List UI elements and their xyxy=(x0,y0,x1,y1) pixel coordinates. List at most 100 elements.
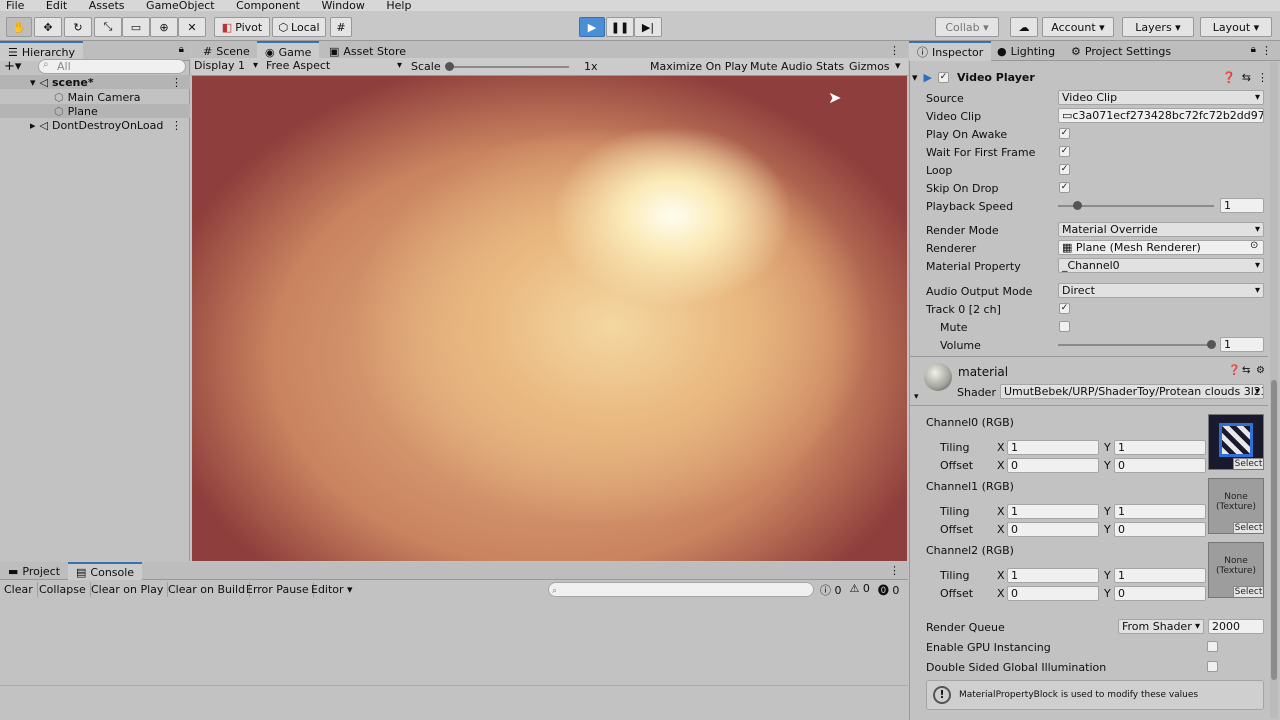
wait-first-frame-checkbox[interactable]: ✓ xyxy=(1059,146,1070,157)
game-view-render[interactable]: ➤ xyxy=(192,76,907,561)
info-count-toggle[interactable]: ⓘ 0 xyxy=(820,582,842,598)
error-pause-toggle[interactable]: Error Pause xyxy=(242,582,314,597)
audio-output-dropdown[interactable]: Direct xyxy=(1058,283,1264,298)
scale-tool-icon[interactable]: ⤡ xyxy=(94,17,122,37)
help-icon[interactable]: ❓ xyxy=(1228,365,1240,376)
layers-dropdown[interactable]: Layers ▾ xyxy=(1122,17,1194,37)
editor-dropdown[interactable]: Editor ▾ xyxy=(307,582,357,597)
channel0-tiling-y[interactable]: 1 xyxy=(1114,440,1206,455)
more-icon[interactable]: ⋮ xyxy=(889,564,900,577)
clear-button[interactable]: Clear xyxy=(0,582,38,597)
menu-edit[interactable]: Edit xyxy=(46,0,67,11)
hierarchy-search-input[interactable]: All xyxy=(38,59,186,74)
warning-count-toggle[interactable]: ⚠ 0 xyxy=(850,582,870,598)
channel2-offset-y[interactable]: 0 xyxy=(1114,586,1206,601)
channel2-tiling-y[interactable]: 1 xyxy=(1114,568,1206,583)
hand-tool-icon[interactable]: ✋ xyxy=(6,17,32,37)
maximize-on-play-toggle[interactable]: Maximize On Play xyxy=(650,60,748,73)
volume-input[interactable]: 1 xyxy=(1220,337,1264,352)
tree-item-dontdestroyonload[interactable]: ▸ ◁ DontDestroyOnLoad ⋮ xyxy=(0,118,190,132)
source-dropdown[interactable]: Video Clip xyxy=(1058,90,1264,105)
volume-slider[interactable] xyxy=(1058,344,1214,346)
aspect-dropdown[interactable]: Free Aspect xyxy=(263,59,405,74)
render-queue-dropdown[interactable]: From Shader xyxy=(1118,619,1204,634)
tree-item-main-camera[interactable]: ⬡ Main Camera xyxy=(0,90,190,104)
chevron-down-icon[interactable]: ▾ xyxy=(895,59,901,72)
track-enabled-checkbox[interactable]: ✓ xyxy=(1059,303,1070,314)
volume-knob[interactable] xyxy=(1207,340,1216,349)
layout-dropdown[interactable]: Layout ▾ xyxy=(1200,17,1272,37)
channel0-texture-slot[interactable]: Select xyxy=(1208,414,1264,470)
channel2-tiling-x[interactable]: 1 xyxy=(1007,568,1099,583)
playback-speed-input[interactable]: 1 xyxy=(1220,198,1264,213)
video-clip-field[interactable]: ▭c3a071ecf273428bc72fc72b2dd97 xyxy=(1058,108,1264,123)
object-picker-icon[interactable]: ⊙ xyxy=(1250,240,1258,251)
account-dropdown[interactable]: Account ▾ xyxy=(1042,17,1114,37)
more-icon[interactable]: ⋮ xyxy=(171,119,182,132)
transform-tool-icon[interactable]: ⊕ xyxy=(150,17,178,37)
playback-speed-knob[interactable] xyxy=(1073,201,1082,210)
collab-dropdown[interactable]: Collab ▾ xyxy=(935,17,999,37)
loop-checkbox[interactable]: ✓ xyxy=(1059,164,1070,175)
renderer-field[interactable]: ▦ Plane (Mesh Renderer) xyxy=(1058,240,1264,255)
tree-item-plane[interactable]: ⬡ Plane xyxy=(0,104,190,118)
move-tool-icon[interactable]: ✥ xyxy=(34,17,62,37)
channel0-offset-y[interactable]: 0 xyxy=(1114,458,1206,473)
clear-on-play-toggle[interactable]: Clear on Play xyxy=(87,582,169,597)
channel0-tiling-x[interactable]: 1 xyxy=(1007,440,1099,455)
channel2-texture-slot[interactable]: None (Texture) Select xyxy=(1208,542,1264,598)
mute-checkbox[interactable] xyxy=(1059,321,1070,332)
channel1-tiling-y[interactable]: 1 xyxy=(1114,504,1206,519)
inspector-scrollbar-thumb[interactable] xyxy=(1271,380,1277,680)
menu-window[interactable]: Window xyxy=(322,0,365,11)
double-sided-gi-checkbox[interactable] xyxy=(1207,661,1218,672)
clear-on-build-toggle[interactable]: Clear on Build xyxy=(164,582,251,597)
menu-assets[interactable]: Assets xyxy=(89,0,125,11)
channel1-texture-slot[interactable]: None (Texture) Select xyxy=(1208,478,1264,534)
render-mode-dropdown[interactable]: Material Override xyxy=(1058,222,1264,237)
stats-toggle[interactable]: Stats xyxy=(816,60,844,73)
channel1-offset-y[interactable]: 0 xyxy=(1114,522,1206,537)
channel2-offset-x[interactable]: 0 xyxy=(1007,586,1099,601)
play-on-awake-checkbox[interactable]: ✓ xyxy=(1059,128,1070,139)
scale-slider[interactable] xyxy=(449,66,569,68)
tab-project-settings[interactable]: ⚙ Project Settings xyxy=(1063,41,1179,61)
tab-project[interactable]: ▬ Project xyxy=(0,562,68,580)
presets-icon[interactable]: ⇆ xyxy=(1242,71,1251,84)
collapse-toggle[interactable]: Collapse xyxy=(35,582,91,597)
menu-gameobject[interactable]: GameObject xyxy=(146,0,215,11)
gpu-instancing-checkbox[interactable] xyxy=(1207,641,1218,652)
step-button[interactable]: ▶| xyxy=(634,17,662,37)
rotate-tool-icon[interactable]: ↻ xyxy=(64,17,92,37)
foldout-arrow-icon[interactable]: ▾ xyxy=(914,392,919,402)
add-icon[interactable]: +▾ xyxy=(4,59,21,74)
local-toggle[interactable]: ⬡ Local xyxy=(272,17,326,37)
more-icon[interactable]: ⋮ xyxy=(171,76,182,89)
pivot-toggle[interactable]: ◧ Pivot xyxy=(214,17,270,37)
component-enabled-checkbox[interactable]: ✓ xyxy=(938,71,949,83)
select-button[interactable]: Select xyxy=(1233,586,1263,597)
lock-icon[interactable]: 🔒︎ xyxy=(179,44,184,55)
gear-icon[interactable]: ⚙ xyxy=(1256,365,1265,376)
help-icon[interactable]: ❓ xyxy=(1222,71,1236,84)
menu-component[interactable]: Component xyxy=(236,0,300,11)
more-icon[interactable]: ⋮ xyxy=(1261,44,1272,57)
render-queue-input[interactable]: 2000 xyxy=(1208,619,1264,634)
tab-console[interactable]: ▤ Console xyxy=(68,562,143,580)
menu-help[interactable]: Help xyxy=(386,0,411,11)
channel1-tiling-x[interactable]: 1 xyxy=(1007,504,1099,519)
tree-item-scene[interactable]: ▾ ◁ scene* ⋮ xyxy=(0,75,190,89)
play-button[interactable]: ▶ xyxy=(579,17,605,37)
rect-tool-icon[interactable]: ▭ xyxy=(122,17,150,37)
video-player-header[interactable]: ▾ ▶ ✓ Video Player ❓ ⇆ ⋮ xyxy=(912,68,1268,86)
error-count-toggle[interactable]: ⓿ 0 xyxy=(878,582,900,598)
menu-file[interactable]: File xyxy=(6,0,24,11)
shader-dropdown[interactable]: UmutBebek/URP/ShaderToy/Protean clouds 3… xyxy=(1000,384,1264,399)
gizmos-dropdown[interactable]: Gizmos xyxy=(849,60,890,73)
more-icon[interactable]: ⋮ xyxy=(1257,71,1268,84)
select-button[interactable]: Select xyxy=(1233,522,1263,533)
tab-hierarchy[interactable]: ☰ Hierarchy xyxy=(0,41,84,61)
cloud-icon[interactable]: ☁ xyxy=(1010,17,1038,37)
pause-button[interactable]: ❚❚ xyxy=(606,17,634,37)
channel0-offset-x[interactable]: 0 xyxy=(1007,458,1099,473)
